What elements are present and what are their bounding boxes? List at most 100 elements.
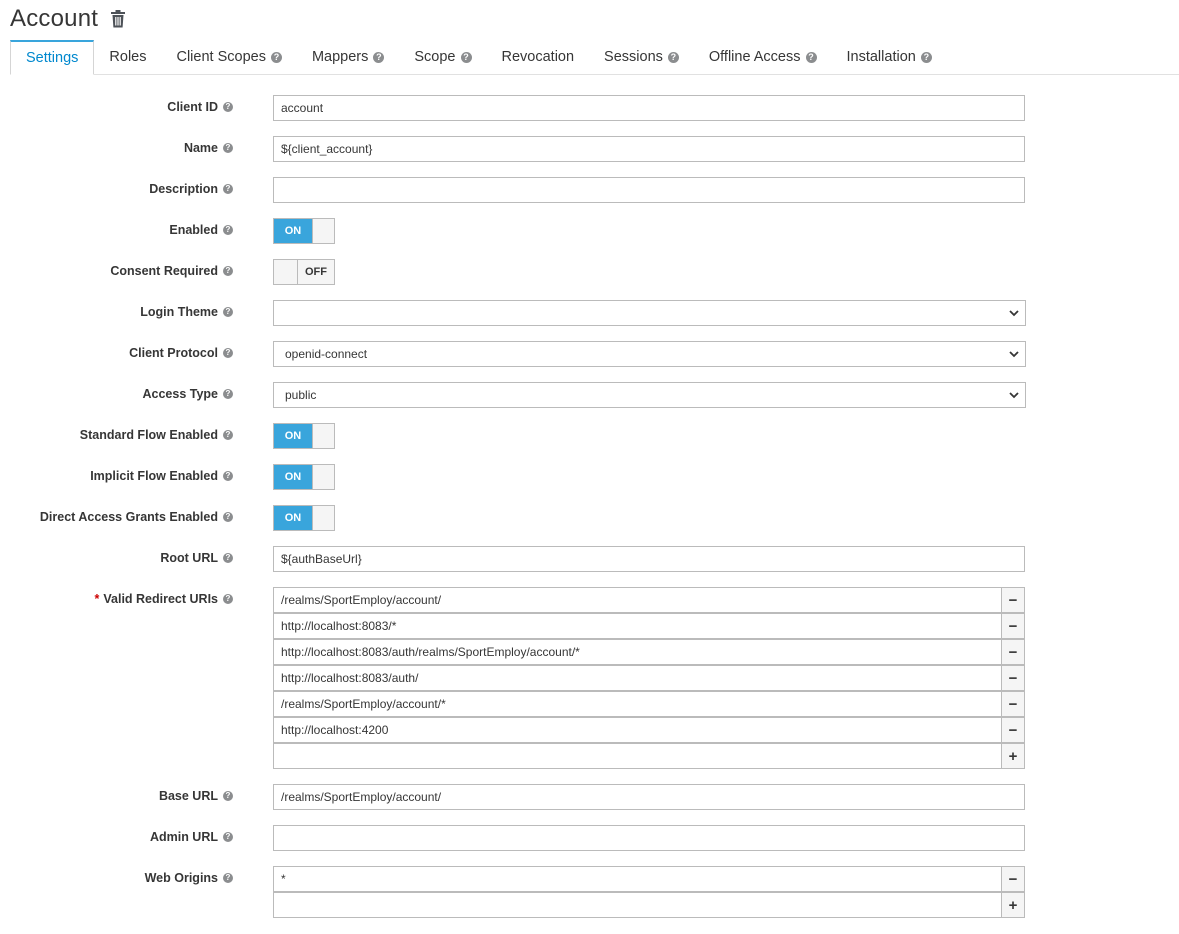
help-icon[interactable]: ? (223, 553, 233, 563)
help-icon[interactable]: ? (920, 51, 932, 63)
tab-roles[interactable]: Roles (94, 40, 161, 74)
web-origins-entry: + (273, 892, 1025, 918)
help-icon[interactable]: ? (223, 512, 233, 522)
tab-client-scopes[interactable]: Client Scopes? (161, 40, 296, 74)
tab-installation[interactable]: Installation? (832, 40, 947, 74)
toggle-knob (312, 424, 334, 448)
login-theme-select[interactable] (273, 300, 1026, 326)
help-icon[interactable]: ? (223, 594, 233, 604)
redirect_uris-label-text: Valid Redirect URIs (103, 592, 218, 606)
remove-entry-button[interactable]: − (1001, 639, 1025, 665)
enabled-label: Enabled? (169, 223, 233, 237)
help-icon[interactable]: ? (223, 430, 233, 440)
help-icon[interactable]: ? (805, 51, 817, 63)
form-row-client_protocol: Client Protocol? openid-connect (0, 341, 1179, 367)
web-origins-input[interactable]: * (273, 866, 1002, 892)
admin_url-label: Admin URL? (150, 830, 233, 844)
help-icon[interactable]: ? (460, 51, 472, 63)
base_url-label-text: Base URL (158, 789, 218, 803)
client_id-label: Client ID? (167, 100, 233, 114)
redirect-uris-input[interactable]: /realms/SportEmploy/account/* (273, 691, 1002, 717)
tab-bar: Settings Roles Client Scopes? Mappers? Scope… (10, 40, 1179, 75)
selected-value: public (285, 388, 317, 402)
tab-sessions[interactable]: Sessions? (589, 40, 694, 74)
tab-revocation[interactable]: Revocation (487, 40, 590, 74)
remove-entry-button[interactable]: − (1001, 587, 1025, 613)
required-marker: * (94, 592, 100, 606)
form-row-login_theme: Login Theme? (0, 300, 1179, 326)
description-label: Description? (149, 182, 233, 196)
help-icon[interactable]: ? (223, 184, 233, 194)
admin-url-input[interactable] (273, 825, 1025, 851)
redirect-uris-input[interactable]: /realms/SportEmploy/account/ (273, 587, 1002, 613)
web-origins-entry: * − (273, 866, 1025, 892)
help-icon[interactable]: ? (223, 471, 233, 481)
consent-required-toggle[interactable]: OFF (273, 259, 335, 285)
tab-label: Mappers (311, 49, 369, 65)
help-icon[interactable]: ? (223, 389, 233, 399)
chevron-down-icon (1009, 351, 1019, 358)
remove-entry-button[interactable]: − (1001, 613, 1025, 639)
direct-access-toggle[interactable]: ON (273, 505, 335, 531)
remove-entry-button[interactable]: − (1001, 866, 1025, 892)
enabled-toggle[interactable]: ON (273, 218, 335, 244)
redirect-uris-input[interactable] (273, 743, 1002, 769)
form-row-root_url: Root URL? ${authBaseUrl} (0, 546, 1179, 572)
client_id-label-text: Client ID (167, 100, 218, 114)
form-row-implicit_flow: Implicit Flow Enabled? ON (0, 464, 1179, 490)
name-label-text: Name (183, 141, 218, 155)
chevron-down-icon (1009, 310, 1019, 317)
tab-scope[interactable]: Scope? (399, 40, 486, 74)
consent_required-label-text: Consent Required (110, 264, 218, 278)
add-entry-button[interactable]: + (1001, 743, 1025, 769)
redirect-uris-input[interactable]: http://localhost:4200 (273, 717, 1002, 743)
client-protocol-select[interactable]: openid-connect (273, 341, 1026, 367)
name-input[interactable]: ${client_account} (273, 136, 1025, 162)
trash-icon[interactable] (110, 9, 126, 29)
redirect_uris-label: * Valid Redirect URIs? (94, 592, 233, 606)
redirect-uris-entry: http://localhost:8083/auth/− (273, 665, 1025, 691)
help-icon[interactable]: ? (223, 225, 233, 235)
help-icon[interactable]: ? (223, 348, 233, 358)
help-icon[interactable]: ? (667, 51, 679, 63)
root_url-label-text: Root URL (160, 551, 218, 565)
help-icon[interactable]: ? (373, 51, 385, 63)
remove-entry-button[interactable]: − (1001, 717, 1025, 743)
help-icon[interactable]: ? (223, 266, 233, 276)
form-row-base_url: Base URL? /realms/SportEmploy/account/ (0, 784, 1179, 810)
tab-label: Scope (414, 49, 456, 65)
standard-flow-toggle[interactable]: ON (273, 423, 335, 449)
help-icon[interactable]: ? (223, 143, 233, 153)
redirect-uris-input[interactable]: http://localhost:8083/* (273, 613, 1002, 639)
redirect-uris-input[interactable]: http://localhost:8083/auth/ (273, 665, 1002, 691)
redirect-uris-entry: http://localhost:8083/auth/realms/SportE… (273, 639, 1025, 665)
consent_required-label: Consent Required? (110, 264, 233, 278)
toggle-state: OFF (298, 260, 334, 284)
help-icon[interactable]: ? (223, 102, 233, 112)
help-icon[interactable]: ? (223, 832, 233, 842)
description-input[interactable] (273, 177, 1025, 203)
access-type-select[interactable]: public (273, 382, 1026, 408)
client-id-input[interactable]: account (273, 95, 1025, 121)
remove-entry-button[interactable]: − (1001, 691, 1025, 717)
client_protocol-label-text: Client Protocol (129, 346, 218, 360)
help-icon[interactable]: ? (223, 873, 233, 883)
tab-settings[interactable]: Settings (10, 40, 95, 75)
standard_flow-label-text: Standard Flow Enabled (79, 428, 218, 442)
tab-mappers[interactable]: Mappers? (297, 40, 399, 74)
implicit_flow-label-text: Implicit Flow Enabled (90, 469, 218, 483)
implicit-flow-toggle[interactable]: ON (273, 464, 335, 490)
tab-label: Sessions (604, 49, 663, 65)
tab-offline-access[interactable]: Offline Access? (694, 40, 832, 74)
base-url-input[interactable]: /realms/SportEmploy/account/ (273, 784, 1025, 810)
remove-entry-button[interactable]: − (1001, 665, 1025, 691)
web-origins-input[interactable] (273, 892, 1002, 918)
login_theme-label-text: Login Theme (140, 305, 218, 319)
toggle-knob (312, 506, 334, 530)
help-icon[interactable]: ? (270, 51, 282, 63)
root-url-input[interactable]: ${authBaseUrl} (273, 546, 1025, 572)
help-icon[interactable]: ? (223, 791, 233, 801)
redirect-uris-input[interactable]: http://localhost:8083/auth/realms/SportE… (273, 639, 1002, 665)
help-icon[interactable]: ? (223, 307, 233, 317)
add-entry-button[interactable]: + (1001, 892, 1025, 918)
